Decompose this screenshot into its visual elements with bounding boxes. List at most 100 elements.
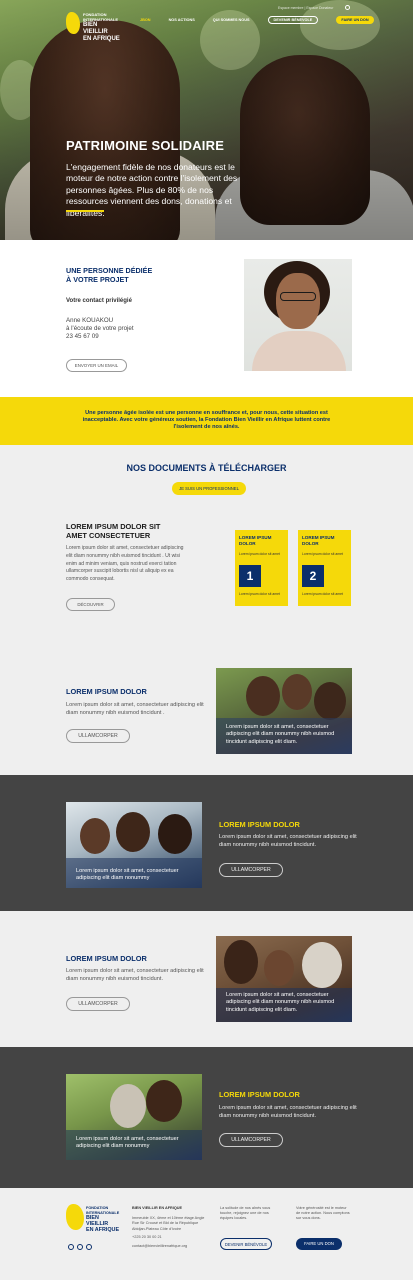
- site-logo[interactable]: Fondation Internationale Bien Vieillir e…: [66, 12, 120, 42]
- section-photo: Lorem ipsum dolor sit amet, consectetuer…: [66, 802, 202, 888]
- main-nav: Jbon Nos actions Qui sommes nous Devenir…: [140, 16, 392, 24]
- logo-line: Bien Vieillir: [86, 1215, 109, 1228]
- section-heading: LOREM IPSUM DOLOR: [66, 687, 147, 696]
- site-footer: Fondation Internationale Bien Vieillir e…: [0, 1188, 413, 1280]
- document-card-number: 2: [302, 565, 324, 587]
- nav-item-home[interactable]: Jbon: [140, 18, 151, 24]
- photo-caption: Lorem ipsum dolor sit amet, consectetuer…: [226, 992, 335, 1013]
- footer-volunteer-text: La solitude de nos aînés vous touche, re…: [220, 1206, 271, 1221]
- document-card-subtitle: Lorem ipsum dolor sit amet: [239, 552, 280, 556]
- contact-section: UNE PERSONNE DÉDIÉE À VOTRE PROJET Votre…: [0, 240, 413, 397]
- contact-title-line: UNE PERSONNE DÉDIÉE: [66, 266, 153, 275]
- professional-button[interactable]: Je suis un professionnel: [172, 482, 246, 495]
- documents-heading-line: AMET CONSECTETUER: [66, 531, 151, 540]
- portrait-figure: [280, 292, 316, 301]
- nav-item-actions[interactable]: Nos actions: [169, 18, 195, 24]
- contact-role: à l'écoute de votre projet: [66, 325, 134, 333]
- discover-button[interactable]: Découvrir: [66, 598, 115, 611]
- nav-volunteer-button[interactable]: Devenir bénévole: [267, 16, 319, 24]
- nav-item-about[interactable]: Qui sommes nous: [213, 18, 250, 24]
- footer-logo[interactable]: Fondation Internationale Bien Vieillir e…: [66, 1204, 119, 1236]
- footer-address: Immeuble XX, 4ème et 10ème étage Angle R…: [132, 1216, 205, 1231]
- footer-donate-button[interactable]: Faire un don: [296, 1238, 342, 1250]
- footer-donate-text: Votre générosité est le moteur de notre …: [296, 1206, 350, 1221]
- photo-figure: [224, 940, 258, 984]
- section-heading: LOREM IPSUM DOLOR: [219, 820, 300, 829]
- logo-text: Fondation Internationale Bien Vieillir e…: [83, 12, 120, 43]
- logo-line: en Afrique: [86, 1227, 120, 1234]
- photo-caption: Lorem ipsum dolor sit amet, consectetuer…: [76, 1136, 179, 1150]
- photo-figure: [110, 1084, 146, 1128]
- hero-title: PATRIMOINE SOLIDAIRE: [66, 138, 225, 153]
- send-email-button[interactable]: Envoyer un email: [66, 359, 127, 372]
- photo-figure: [146, 1080, 182, 1122]
- photo-figure: [116, 812, 150, 852]
- footer-phone: +225 20 30 00 21: [132, 1234, 162, 1239]
- contact-subtitle: Votre contact privilégié: [66, 298, 132, 304]
- documents-heading: LOREM IPSUM DOLOR SIT AMET CONSECTETUER: [66, 522, 160, 540]
- africa-logo-icon: [66, 1204, 84, 1230]
- footer-email[interactable]: contact@bienvieillirenafrique.org: [132, 1244, 212, 1249]
- photo-figure: [282, 674, 312, 710]
- documents-title: NOS DOCUMENTS À TÉLÉCHARGER: [126, 463, 287, 473]
- documents-body: Lorem ipsum dolor sit amet, consectetuer…: [66, 545, 184, 583]
- ullamcorper-button[interactable]: Ullamcorper: [66, 997, 130, 1011]
- top-navigation: Fondation Internationale Bien Vieillir e…: [0, 0, 413, 42]
- photo-figure: [302, 942, 342, 988]
- hero-divider: [66, 210, 104, 212]
- documents-section: NOS DOCUMENTS À TÉLÉCHARGER Je suis un p…: [0, 445, 413, 775]
- portrait-figure: [252, 331, 346, 371]
- contact-title: UNE PERSONNE DÉDIÉE À VOTRE PROJET: [66, 266, 152, 284]
- ullamcorper-button[interactable]: Ullamcorper: [219, 863, 283, 877]
- ullamcorper-button[interactable]: Ullamcorper: [66, 729, 130, 743]
- document-card-footer: Lorem ipsum dolor sit amet: [302, 592, 343, 596]
- photo-figure: [314, 682, 346, 720]
- document-card-title: Lorem ipsum dolor: [239, 535, 272, 546]
- document-card[interactable]: Lorem ipsum dolor Lorem ipsum dolor sit …: [298, 530, 351, 606]
- contact-name: Anne KOUAKOU: [66, 317, 114, 324]
- photo-caption: Lorem ipsum dolor sit amet, consectetuer…: [226, 724, 335, 745]
- photo-figure: [246, 676, 280, 716]
- logo-line: Bien Vieillir: [83, 22, 108, 35]
- section-text: Lorem ipsum dolor sit amet, consectetuer…: [66, 702, 204, 716]
- hero-banner: Fondation Internationale Bien Vieillir e…: [0, 0, 413, 240]
- section-photo: Lorem ipsum dolor sit amet, consectetuer…: [66, 1074, 202, 1160]
- logo-line: en Afrique: [83, 36, 120, 42]
- photo-figure: [80, 818, 110, 854]
- photo-figure: [264, 950, 294, 986]
- document-card-title: Lorem ipsum dolor: [302, 535, 335, 546]
- section-photo: Lorem ipsum dolor sit amet, consectetuer…: [216, 668, 352, 754]
- section-text: Lorem ipsum dolor sit amet, consectetuer…: [219, 834, 357, 848]
- search-icon[interactable]: [345, 5, 350, 10]
- section-text: Lorem ipsum dolor sit amet, consectetuer…: [219, 1105, 357, 1119]
- document-card-number: 1: [239, 565, 261, 587]
- twitter-icon[interactable]: [77, 1244, 83, 1250]
- document-card-footer: Lorem ipsum dolor sit amet: [239, 592, 280, 596]
- contact-title-line: À VOTRE PROJET: [66, 275, 129, 284]
- facebook-icon[interactable]: [86, 1244, 92, 1250]
- volunteer-button[interactable]: Devenir bénévole: [220, 1238, 272, 1250]
- section-heading: LOREM IPSUM DOLOR: [219, 1090, 300, 1099]
- africa-logo-icon: [66, 12, 80, 34]
- document-card-subtitle: Lorem ipsum dolor sit amet: [302, 552, 343, 556]
- documents-heading-line: LOREM IPSUM DOLOR SIT: [66, 522, 161, 531]
- document-card[interactable]: Lorem ipsum dolor Lorem ipsum dolor sit …: [235, 530, 288, 606]
- contact-details: Anne KOUAKOU à l'écoute de votre projet …: [66, 317, 134, 342]
- feature-section-dark: Lorem ipsum dolor sit amet, consectetuer…: [0, 775, 413, 911]
- mission-text: Une personne âgée isolée est une personn…: [82, 410, 331, 431]
- instagram-icon[interactable]: [68, 1244, 74, 1250]
- section-heading: LOREM IPSUM DOLOR: [66, 954, 147, 963]
- footer-contact: BIEN VIEILLIR EN AFRIQUE Immeuble XX, 4è…: [132, 1206, 212, 1249]
- feature-section-light: LOREM IPSUM DOLOR Lorem ipsum dolor sit …: [0, 911, 413, 1047]
- mission-banner: Une personne âgée isolée est une personn…: [0, 397, 413, 445]
- contact-portrait: [244, 259, 352, 371]
- utility-links[interactable]: Espace membre | Espace Donateur: [278, 6, 333, 10]
- contact-phone: 23 45 67 09: [66, 333, 99, 341]
- footer-org-title: BIEN VIEILLIR EN AFRIQUE: [132, 1206, 183, 1210]
- nav-donate-button[interactable]: Faire un don: [336, 16, 374, 24]
- feature-section-dark: Lorem ipsum dolor sit amet, consectetuer…: [0, 1047, 413, 1188]
- section-text: Lorem ipsum dolor sit amet, consectetuer…: [66, 968, 204, 982]
- section-photo: Lorem ipsum dolor sit amet, consectetuer…: [216, 936, 352, 1022]
- ullamcorper-button[interactable]: Ullamcorper: [219, 1133, 283, 1147]
- footer-logo-text: Fondation Internationale Bien Vieillir e…: [86, 1206, 119, 1233]
